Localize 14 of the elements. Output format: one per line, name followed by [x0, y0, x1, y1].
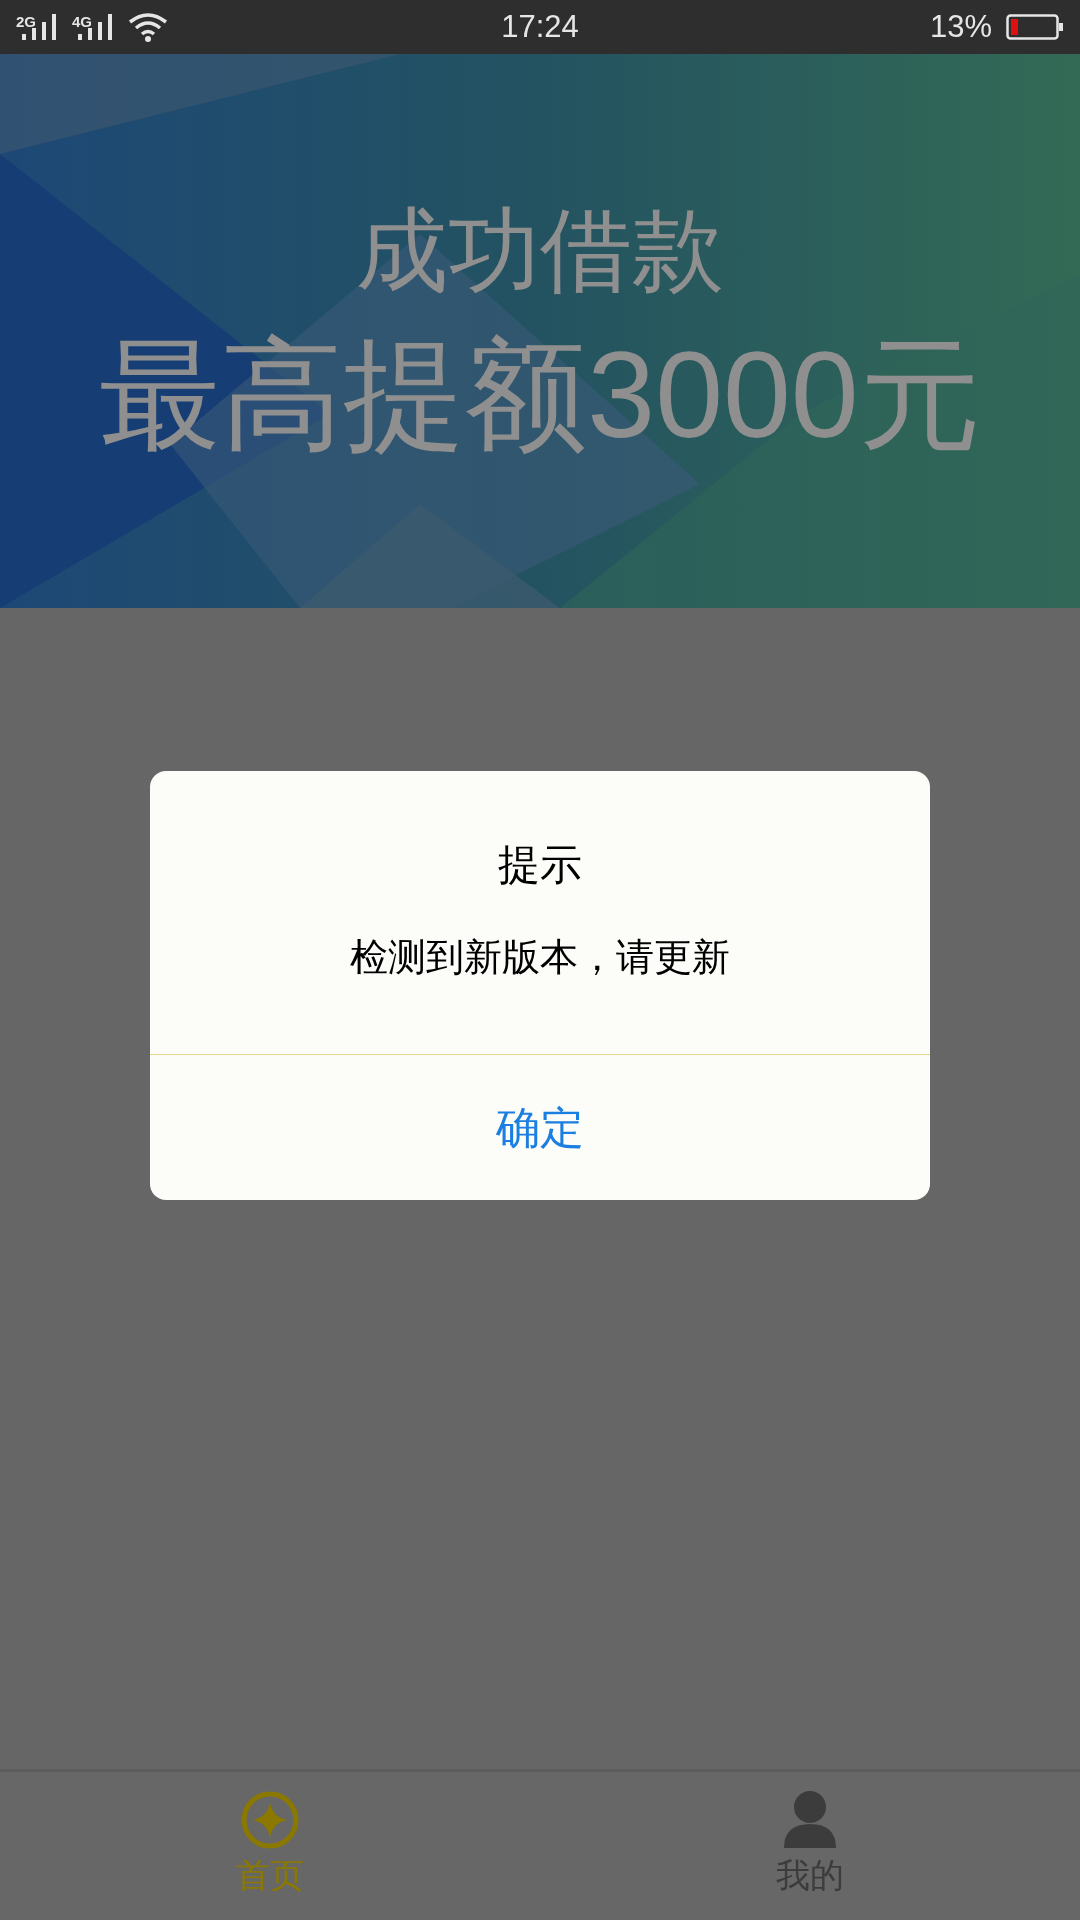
- wifi-icon: [128, 12, 169, 42]
- network-label: 2G: [16, 14, 36, 29]
- network-label: 4G: [72, 14, 93, 29]
- tab[interactable]: 首页: [0, 1772, 540, 1920]
- person-icon: [783, 1790, 837, 1850]
- battery-icon: [1006, 14, 1064, 40]
- banner-headline: 成功借款: [356, 204, 724, 296]
- clock-time: 17:24: [501, 7, 579, 46]
- banner-subline: 最高提额3000元: [99, 334, 981, 456]
- dialog-title: 提示: [498, 840, 582, 890]
- battery-percent: 13%: [929, 7, 992, 46]
- coin-icon: [240, 1790, 300, 1850]
- confirm-button[interactable]: 确定: [150, 1055, 930, 1200]
- dialog-message: 检测到新版本，请更新: [350, 934, 730, 980]
